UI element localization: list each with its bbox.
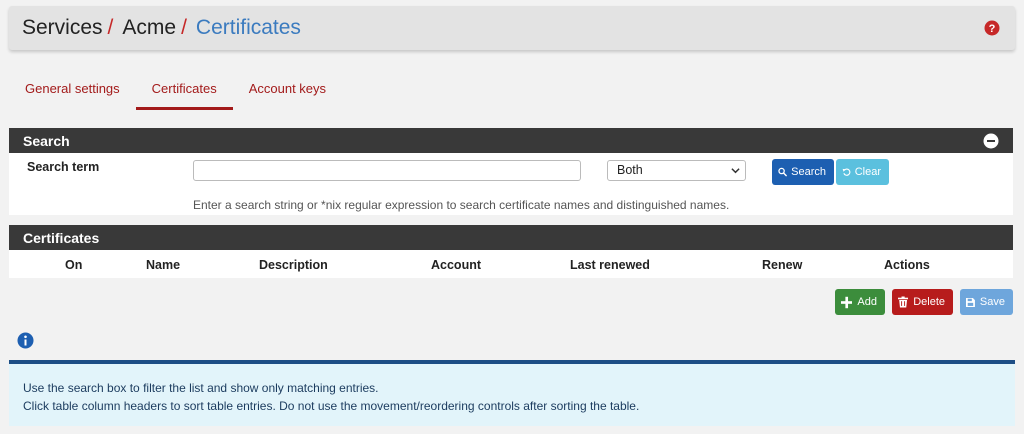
save-button[interactable]: Save bbox=[960, 289, 1013, 315]
column-header-account[interactable]: Account bbox=[431, 258, 481, 272]
tab-account-keys[interactable]: Account keys bbox=[233, 72, 342, 110]
column-header-last-renewed[interactable]: Last renewed bbox=[570, 258, 650, 272]
search-scope-select[interactable]: Both bbox=[607, 160, 746, 181]
plus-icon bbox=[841, 296, 853, 308]
delete-button[interactable]: Delete bbox=[892, 289, 953, 315]
breadcrumb-separator: / bbox=[181, 16, 187, 39]
info-line: Use the search box to filter the list an… bbox=[23, 381, 379, 395]
certificates-panel-title: Certificates bbox=[23, 229, 100, 246]
svg-text:?: ? bbox=[989, 23, 996, 35]
info-box: Use the search box to filter the list an… bbox=[9, 360, 1015, 426]
column-header-name[interactable]: Name bbox=[146, 258, 180, 272]
certificates-table: On Name Description Account Last renewed… bbox=[9, 250, 1013, 278]
undo-icon bbox=[842, 168, 851, 176]
clear-button-label: Clear bbox=[854, 166, 881, 178]
column-header-on[interactable]: On bbox=[65, 258, 82, 272]
column-header-renew[interactable]: Renew bbox=[762, 258, 802, 272]
breadcrumb-acme[interactable]: Acme bbox=[122, 16, 176, 40]
breadcrumb-separator: / bbox=[107, 16, 114, 39]
certificates-panel-header: Certificates bbox=[9, 225, 1013, 250]
column-header-actions: Actions bbox=[884, 258, 930, 272]
tab-general-settings[interactable]: General settings bbox=[9, 72, 136, 110]
chevron-down-icon bbox=[731, 168, 740, 174]
add-button[interactable]: Add bbox=[835, 289, 885, 315]
search-input[interactable] bbox=[193, 160, 581, 181]
help-icon[interactable]: ? bbox=[984, 20, 1000, 36]
info-line: Click table column headers to sort table… bbox=[23, 399, 640, 413]
column-header-description[interactable]: Description bbox=[259, 258, 328, 272]
delete-button-label: Delete bbox=[913, 296, 945, 308]
search-button[interactable]: Search bbox=[772, 159, 834, 185]
search-scope-value: Both bbox=[617, 163, 643, 177]
trash-icon bbox=[898, 296, 909, 308]
breadcrumb-services[interactable]: Services bbox=[22, 16, 103, 40]
search-button-label: Search bbox=[791, 166, 826, 178]
add-button-label: Add bbox=[857, 296, 877, 308]
info-icon[interactable] bbox=[17, 332, 34, 349]
breadcrumb-current[interactable]: Certificates bbox=[196, 16, 301, 40]
tab-bar: General settings Certificates Account ke… bbox=[9, 72, 342, 110]
search-help-text: Enter a search string or *nix regular ex… bbox=[193, 198, 730, 212]
search-panel-title: Search bbox=[23, 132, 70, 149]
save-button-label: Save bbox=[979, 296, 1005, 308]
search-term-label: Search term bbox=[27, 160, 100, 174]
search-icon bbox=[778, 167, 787, 177]
floppy-disk-icon bbox=[966, 297, 975, 307]
tab-certificates[interactable]: Certificates bbox=[135, 72, 233, 110]
collapse-icon[interactable] bbox=[983, 133, 999, 149]
page-header: Services / Acme / Certificates ? bbox=[9, 6, 1015, 50]
clear-button[interactable]: Clear bbox=[836, 159, 889, 185]
search-panel-body: Search term Both Search Clear Enter a se… bbox=[9, 153, 1013, 215]
search-panel-header: Search bbox=[9, 128, 1013, 153]
